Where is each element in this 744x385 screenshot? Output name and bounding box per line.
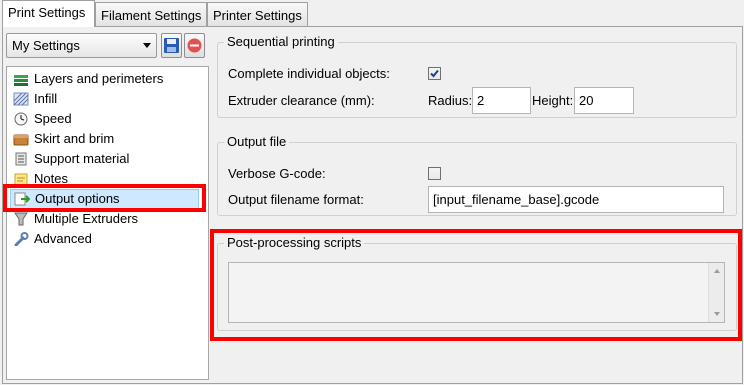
preset-selected: My Settings (12, 38, 80, 53)
verbose-gcode-label: Verbose G-code: (228, 166, 326, 181)
radius-label: Radius: (428, 93, 473, 108)
checkmark-icon (430, 69, 439, 78)
infill-icon (13, 92, 29, 106)
preset-dropdown[interactable]: My Settings (6, 33, 157, 58)
delete-preset-button[interactable] (184, 33, 205, 58)
complete-objects-label: Complete individual objects: (228, 66, 390, 81)
tab-label: Filament Settings (101, 8, 202, 23)
sidebar-item-label: Advanced (34, 231, 92, 246)
delete-icon (187, 38, 202, 53)
settings-page-tree[interactable]: Layers and perimeters Infill Speed Skirt… (6, 66, 209, 380)
sidebar-item-label: Layers and perimeters (34, 71, 164, 86)
verbose-gcode-checkbox[interactable] (428, 167, 441, 180)
sidebar-item-label: Multiple Extruders (34, 211, 139, 226)
tab-label: Print Settings (8, 5, 86, 20)
group-title: Output file (224, 134, 290, 149)
tab-printer-settings[interactable]: Printer Settings (207, 2, 308, 26)
output-filename-label: Output filename format: (228, 192, 364, 207)
extruder-clearance-label: Extruder clearance (mm): (228, 93, 375, 108)
highlight-box-output-options (3, 184, 206, 212)
tab-filament-settings[interactable]: Filament Settings (95, 2, 207, 26)
save-preset-button[interactable] (161, 33, 182, 58)
support-material-icon (15, 152, 27, 166)
radius-input[interactable]: 2 (472, 87, 531, 114)
sidebar-item-label: Support material (34, 151, 130, 166)
layers-icon (14, 75, 28, 86)
sidebar-item-label: Skirt and brim (34, 131, 115, 146)
save-icon (164, 38, 179, 53)
skirt-brim-icon (13, 134, 29, 146)
sidebar-item-label: Infill (34, 91, 58, 106)
wrench-icon (14, 232, 29, 246)
output-filename-input[interactable]: [input_filename_base].gcode (428, 186, 724, 213)
speed-icon (14, 112, 28, 126)
group-title: Sequential printing (224, 34, 338, 49)
extruders-icon (14, 212, 28, 226)
chevron-down-icon (143, 43, 151, 48)
tab-print-settings[interactable]: Print Settings (2, 0, 95, 27)
height-label: Height: (532, 93, 574, 108)
height-input[interactable]: 20 (574, 87, 634, 114)
sidebar-item-label: Speed (34, 111, 72, 126)
highlight-box-post-processing (210, 229, 742, 341)
complete-objects-checkbox[interactable] (428, 67, 441, 80)
tab-label: Printer Settings (213, 8, 302, 23)
